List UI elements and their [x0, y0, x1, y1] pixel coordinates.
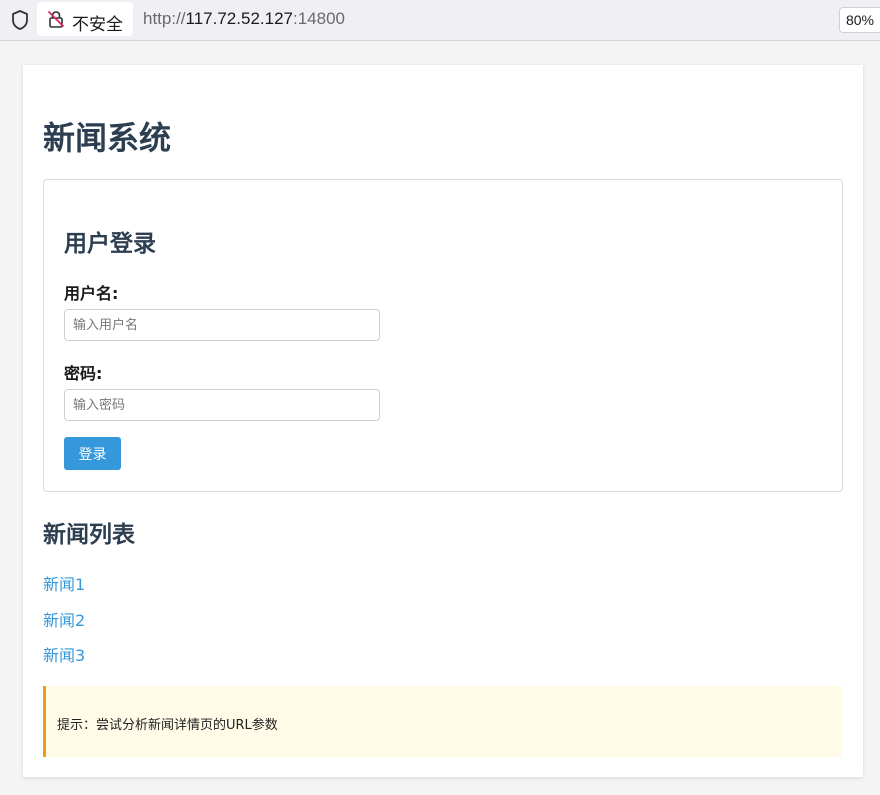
list-item: 新闻2 — [43, 607, 85, 643]
security-label: 不安全 — [72, 15, 123, 35]
username-label: 用户名: — [64, 284, 119, 303]
news-link-3[interactable]: 新闻3 — [43, 646, 85, 665]
password-label: 密码: — [64, 364, 103, 383]
url-host: 117.72.52.127 — [185, 9, 293, 28]
address-bar[interactable]: http://117.72.52.127:14800 — [143, 9, 345, 29]
hint-text: 提示：尝试分析新闻详情页的URL参数 — [57, 718, 278, 733]
site-security-indicator[interactable]: 不安全 — [37, 2, 133, 36]
insecure-lock-icon — [47, 10, 65, 28]
hint-callout: 提示：尝试分析新闻详情页的URL参数 — [43, 686, 842, 757]
list-item: 新闻3 — [43, 642, 85, 678]
url-scheme: http:// — [143, 9, 186, 28]
username-input[interactable] — [64, 309, 380, 341]
zoom-level-button[interactable]: 80% — [839, 7, 880, 33]
list-item: 新闻1 — [43, 571, 85, 607]
news-list-heading: 新闻列表 — [43, 522, 135, 548]
password-input[interactable] — [64, 389, 380, 421]
page-title: 新闻系统 — [43, 119, 172, 157]
login-heading: 用户登录 — [64, 231, 156, 257]
page-container: 新闻系统 用户登录 用户名: 密码: 登录 新闻列表 新闻1 新闻2 新闻3 提… — [23, 65, 863, 777]
shield-icon[interactable] — [9, 9, 31, 31]
news-link-1[interactable]: 新闻1 — [43, 575, 85, 594]
url-port: :14800 — [293, 9, 345, 28]
login-button[interactable]: 登录 — [64, 437, 121, 470]
login-form: 用户登录 用户名: 密码: 登录 — [43, 179, 843, 492]
news-list: 新闻1 新闻2 新闻3 — [43, 571, 85, 678]
browser-toolbar: 不安全 http://117.72.52.127:14800 80% — [0, 0, 880, 41]
news-link-2[interactable]: 新闻2 — [43, 611, 85, 630]
